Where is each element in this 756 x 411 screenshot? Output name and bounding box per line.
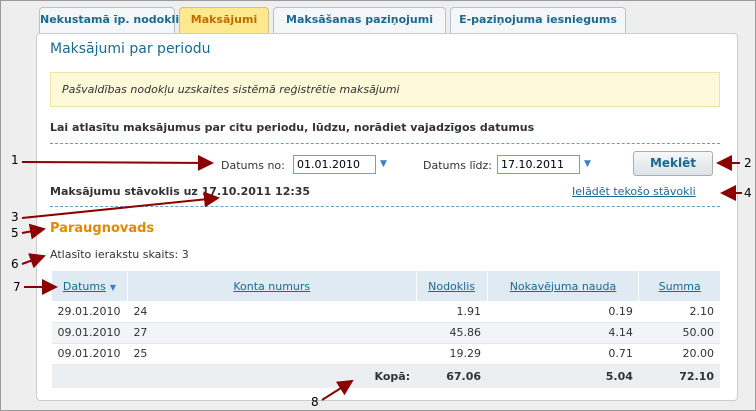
col-date-label[interactable]: Datums — [63, 280, 106, 293]
status-text: Maksājumu stāvoklis uz 17.10.2011 12:35 — [50, 185, 311, 198]
municipality-heading: Paraugnovads — [50, 221, 155, 236]
payments-table: Datums ▼ Konta numurs Nodoklis Nokavējuma… — [51, 271, 720, 388]
annotation-number-6: 6 — [11, 257, 19, 271]
col-date[interactable]: Datums ▼ — [51, 271, 128, 301]
annotation-number-2: 2 — [744, 156, 752, 170]
cell-date: 09.01.2010 — [51, 343, 128, 365]
record-count: Atlasīto ierakstu skaits: 3 — [50, 248, 189, 261]
cell-sum: 50.00 — [638, 322, 720, 344]
calendar-dropdown-icon[interactable]: ▼ — [380, 159, 387, 169]
total-label: Kopā: — [127, 364, 417, 388]
cell-sum: 2.10 — [638, 301, 720, 323]
col-penalty-label[interactable]: Nokavējuma nauda — [510, 280, 617, 293]
col-account[interactable]: Konta numurs — [126, 271, 417, 301]
cell-date: 09.01.2010 — [51, 322, 128, 344]
table-total-row: Kopā: 67.06 5.04 72.10 — [51, 364, 720, 388]
search-button[interactable]: Meklēt — [633, 151, 713, 176]
cell-account: 24 — [127, 301, 417, 323]
panel-title: Maksājumi par periodu — [50, 41, 211, 57]
divider-bottom — [50, 206, 720, 207]
cell-tax: 45.86 — [416, 322, 487, 344]
cell-empty — [51, 364, 128, 388]
info-box: Pašvaldības nodokļu uzskaites sistēmā re… — [50, 72, 720, 107]
reload-status-link[interactable]: Ielādēt tekošo stāvokli — [572, 185, 696, 198]
cell-tax: 1.91 — [416, 301, 487, 323]
tab-payment-notices[interactable]: Maksāšanas paziņojumi — [273, 7, 446, 33]
table-row: 09.01.2010 27 45.86 4.14 50.00 — [51, 322, 720, 344]
table-row: 29.01.2010 24 1.91 0.19 2.10 — [51, 301, 720, 323]
sort-desc-icon[interactable]: ▼ — [110, 283, 116, 292]
date-from-input[interactable] — [293, 155, 376, 174]
cell-account: 25 — [127, 343, 417, 365]
col-sum[interactable]: Summa — [638, 271, 720, 301]
total-sum: 72.10 — [638, 364, 720, 388]
total-tax: 67.06 — [416, 364, 487, 388]
date-from-label: Datums no: — [221, 159, 285, 172]
table-row: 09.01.2010 25 19.29 0.71 20.00 — [51, 343, 720, 365]
table-header-row: Datums ▼ Konta numurs Nodoklis Nokavējuma… — [51, 271, 720, 301]
divider-top — [50, 143, 720, 144]
col-penalty[interactable]: Nokavējuma nauda — [486, 271, 639, 301]
cell-sum: 20.00 — [638, 343, 720, 365]
cell-penalty: 0.19 — [487, 301, 639, 323]
col-sum-label[interactable]: Summa — [659, 280, 701, 293]
calendar-dropdown-icon[interactable]: ▼ — [584, 159, 591, 169]
cell-date: 29.01.2010 — [51, 301, 128, 323]
total-penalty: 5.04 — [487, 364, 639, 388]
annotation-number-3: 3 — [11, 210, 19, 224]
cell-penalty: 0.71 — [487, 343, 639, 365]
annotation-number-5: 5 — [11, 226, 19, 240]
tab-property-tax[interactable]: Nekustamā īp. nodoklis — [39, 7, 186, 33]
col-account-label[interactable]: Konta numurs — [233, 280, 310, 293]
tab-payments[interactable]: Maksājumi — [179, 7, 269, 34]
cell-penalty: 4.14 — [487, 322, 639, 344]
annotation-number-1: 1 — [11, 153, 19, 167]
annotation-number-4: 4 — [744, 186, 752, 200]
annotation-number-8: 8 — [311, 395, 319, 409]
col-tax-label[interactable]: Nodoklis — [428, 280, 475, 293]
date-to-input[interactable] — [497, 155, 580, 174]
tab-e-notice-application[interactable]: E-paziņojuma iesniegums — [450, 7, 626, 33]
col-tax[interactable]: Nodoklis — [415, 271, 487, 301]
date-to-label: Datums līdz: — [423, 159, 493, 172]
cell-tax: 19.29 — [416, 343, 487, 365]
cell-account: 27 — [127, 322, 417, 344]
annotation-number-7: 7 — [13, 280, 21, 294]
instruction-text: Lai atlasītu maksājumus par citu periodu… — [50, 121, 535, 134]
payments-panel: Maksājumi par periodu Pašvaldības nodokļ… — [36, 33, 738, 401]
